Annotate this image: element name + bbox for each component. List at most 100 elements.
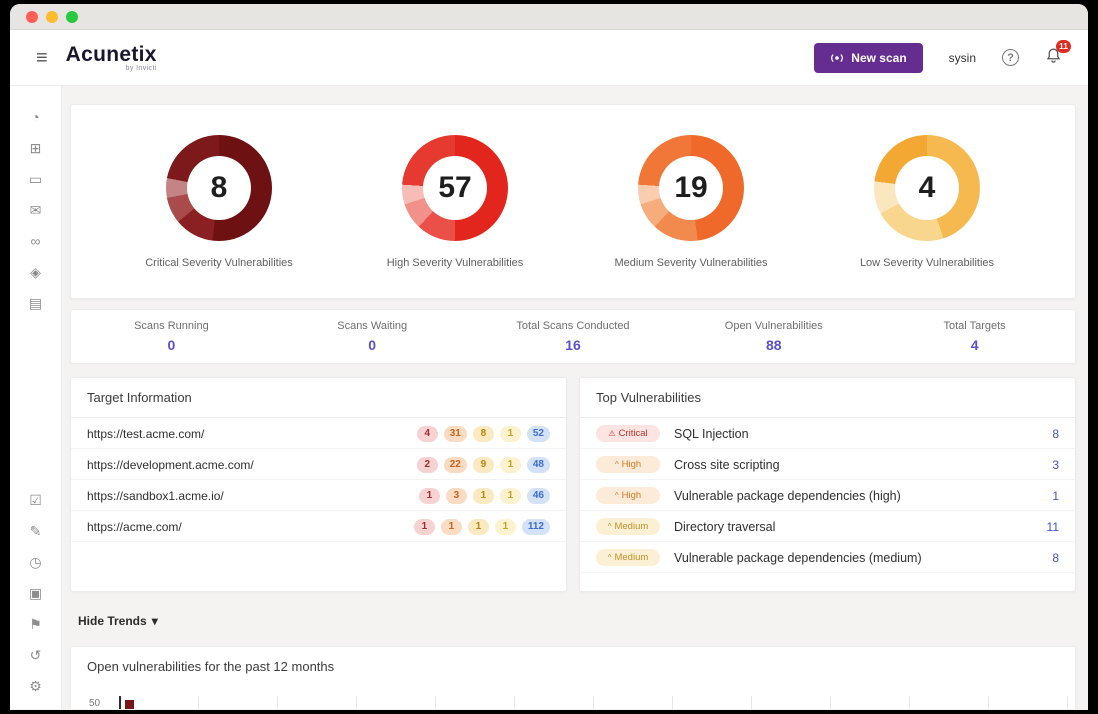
low-count-badge[interactable]: 1 [494, 518, 516, 535]
severity-pill-label: Medium [614, 521, 649, 532]
settings-icon[interactable]: ⚙ [25, 677, 47, 695]
gridline [435, 696, 436, 709]
brand-name: Acunetix [65, 43, 157, 66]
high-count-badge[interactable]: 1 [440, 518, 462, 535]
severity-pill-label: Medium [614, 552, 649, 563]
informational-count-badge[interactable]: 112 [521, 518, 550, 535]
targets-icon[interactable]: ▭ [25, 170, 47, 188]
severity-icon: ^ [614, 460, 619, 469]
informational-count-badge[interactable]: 52 [526, 425, 550, 442]
vulnerability-name-link[interactable]: Directory traversal [674, 520, 775, 534]
medium-count-badge[interactable]: 9 [472, 456, 494, 473]
informational-count-badge[interactable]: 48 [526, 456, 550, 473]
critical-count-badge[interactable]: 4 [416, 425, 438, 442]
critical-count-badge[interactable]: 1 [413, 518, 435, 535]
high-count-badge[interactable]: 3 [445, 487, 467, 504]
vulnerability-name-link[interactable]: Vulnerable package dependencies (medium) [674, 551, 922, 565]
donut-ring[interactable]: 57 [402, 134, 508, 241]
compliance-icon[interactable]: ☑ [25, 491, 47, 509]
severity-donut: 8 Critical Severity Vulnerabilities [101, 134, 337, 269]
target-information-title: Target Information [71, 378, 566, 418]
vulnerability-name-link[interactable]: Vulnerable package dependencies (high) [674, 489, 901, 503]
critical-count-badge[interactable]: 1 [418, 487, 440, 504]
vulnerability-count-link[interactable]: 3 [1052, 458, 1059, 472]
dashboard-icon[interactable]: ◔ [25, 108, 47, 126]
notifications-button[interactable]: 11 [1045, 39, 1071, 69]
critical-count-badge[interactable]: 2 [416, 456, 438, 473]
gridline [356, 696, 357, 709]
stat-item[interactable]: Total Targets 4 [874, 320, 1075, 353]
severity-pill-medium: ^ Medium [596, 549, 660, 566]
vulnerability-name-link[interactable]: Cross site scripting [674, 458, 780, 472]
menu-icon[interactable]: ≡ [36, 48, 48, 68]
activity-icon[interactable]: ◷ [25, 553, 47, 571]
vulnerability-name-link[interactable]: SQL Injection [674, 427, 749, 441]
low-count-badge[interactable]: 1 [499, 487, 521, 504]
stat-item[interactable]: Total Scans Conducted 16 [473, 320, 674, 353]
new-scan-button[interactable]: New scan [814, 42, 923, 73]
stat-item[interactable]: Open Vulnerabilities 88 [673, 320, 874, 353]
scan-icon [831, 53, 844, 62]
scans-icon[interactable]: ✉ [25, 201, 47, 219]
vulnerability-count-link[interactable]: 8 [1052, 427, 1059, 441]
target-url-link[interactable]: https://acme.com/ [87, 520, 182, 534]
stat-label: Scans Running [134, 320, 209, 332]
high-count-badge[interactable]: 31 [443, 425, 467, 442]
vulnerability-count-link[interactable]: 8 [1052, 551, 1059, 565]
y-axis-line [119, 696, 121, 709]
severity-count-badges: 1 3 1 1 46 [418, 487, 550, 504]
close-button[interactable] [26, 10, 38, 23]
target-url-link[interactable]: https://test.acme.com/ [87, 427, 204, 441]
low-count-badge[interactable]: 1 [499, 456, 521, 473]
scan-profiles-icon[interactable]: ◈ [25, 263, 47, 281]
target-row: https://test.acme.com/4 31 8 1 52 [71, 419, 566, 449]
target-row: https://sandbox1.acme.io/1 3 1 1 46 [71, 481, 566, 511]
severity-icon: ^ [607, 553, 612, 562]
labels-icon[interactable]: ⚑ [25, 615, 47, 633]
notification-badge: 11 [1056, 39, 1071, 53]
donut-label: High Severity Vulnerabilities [386, 256, 524, 269]
trends-chart-panel: Open vulnerabilities for the past 12 mon… [70, 646, 1076, 709]
donut-ring[interactable]: 4 [874, 134, 980, 241]
hide-trends-toggle[interactable]: Hide Trends ▾ [78, 614, 158, 628]
app-header: ≡ Acunetix by Invicti New scan sysin ? 1… [10, 30, 1088, 86]
vulnerabilities-icon[interactable]: ∞ [25, 232, 47, 250]
gridline [672, 696, 673, 709]
trend-bar[interactable] [125, 700, 134, 709]
medium-count-badge[interactable]: 1 [467, 518, 489, 535]
vulnerability-count-link[interactable]: 1 [1052, 489, 1059, 503]
stat-item[interactable]: Scans Waiting 0 [272, 320, 473, 353]
target-url-link[interactable]: https://development.acme.com/ [87, 458, 254, 472]
stat-label: Total Targets [943, 320, 1006, 332]
informational-count-badge[interactable]: 46 [526, 487, 550, 504]
zoom-button[interactable] [66, 10, 78, 23]
low-count-badge[interactable]: 1 [499, 425, 521, 442]
help-icon[interactable]: ? [1002, 49, 1019, 66]
vulnerability-count-link[interactable]: 11 [1047, 520, 1059, 534]
issue-trackers-icon[interactable]: ✎ [25, 522, 47, 540]
restore-icon[interactable]: ↺ [25, 646, 47, 664]
titlebar [10, 4, 1088, 30]
high-count-badge[interactable]: 22 [443, 456, 467, 473]
minimize-button[interactable] [46, 10, 58, 23]
medium-count-badge[interactable]: 1 [472, 487, 494, 504]
gridline [988, 696, 989, 709]
trends-chart: 50 [89, 690, 1068, 709]
donut-ring[interactable]: 19 [638, 134, 744, 241]
donut-value: 8 [187, 155, 251, 220]
donut-ring[interactable]: 8 [166, 134, 272, 241]
stat-value: 88 [766, 337, 782, 353]
stat-item[interactable]: Scans Running 0 [71, 320, 272, 353]
severity-pill-medium: ^ Medium [596, 518, 660, 535]
target-url-link[interactable]: https://sandbox1.acme.io/ [87, 489, 224, 503]
severity-pill-high: ^ High [596, 487, 660, 504]
donut-label: Critical Severity Vulnerabilities [145, 256, 293, 269]
stat-value: 4 [970, 337, 979, 353]
medium-count-badge[interactable]: 8 [472, 425, 494, 442]
hide-trends-label: Hide Trends [78, 614, 147, 628]
integrations-icon[interactable]: ▣ [25, 584, 47, 602]
reports-icon[interactable]: ▤ [25, 294, 47, 312]
discovery-icon[interactable]: ⊞ [25, 139, 47, 157]
brand-subtitle: by Invicti [125, 65, 157, 72]
username[interactable]: sysin [949, 51, 976, 65]
